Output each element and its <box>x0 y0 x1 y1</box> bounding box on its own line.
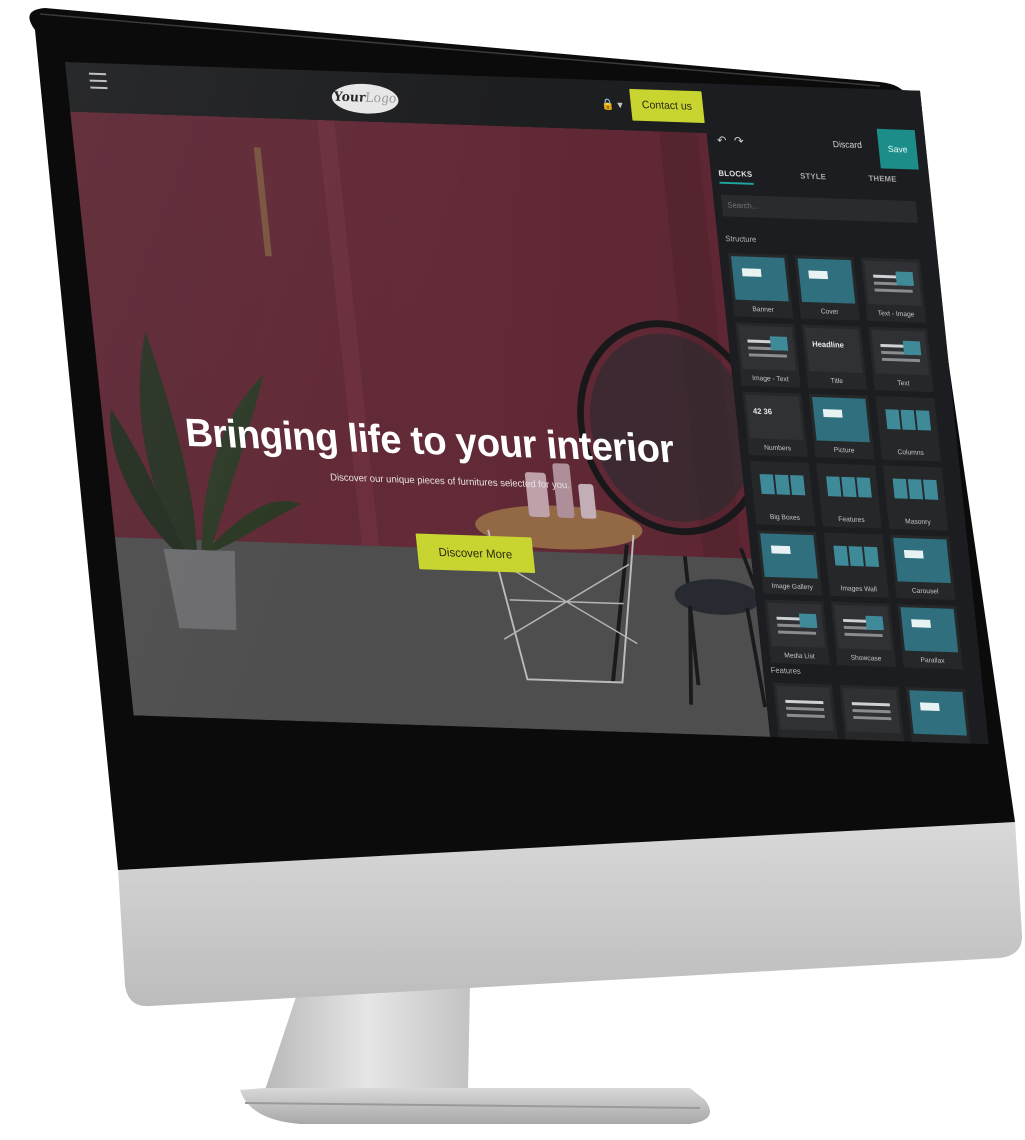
block-tile[interactable]: Parallax <box>896 602 964 671</box>
block-tile[interactable]: Columns <box>874 395 943 463</box>
block-tile[interactable]: Features <box>815 462 883 530</box>
block-tile[interactable]: Media List <box>763 598 831 666</box>
block-thumbnail <box>812 396 870 443</box>
block-thumbnail <box>760 533 818 579</box>
contact-button[interactable]: Contact us <box>629 88 705 124</box>
discover-more-button[interactable]: Discover More <box>415 533 536 574</box>
block-tile[interactable]: Text - Image <box>859 256 928 324</box>
block-tile[interactable]: Cover <box>793 254 861 322</box>
logo-text: Your <box>333 89 367 106</box>
block-tile[interactable]: Image Gallery <box>755 529 824 597</box>
block-thumbnail <box>827 536 885 581</box>
block-tile[interactable]: Headline Title <box>800 323 869 391</box>
block-thumbnail-text: 42 36 <box>752 406 773 417</box>
block-tile-label: Images Wall <box>840 585 878 594</box>
save-button[interactable]: Save <box>876 128 919 170</box>
block-tile-label: Text - Image <box>877 310 915 319</box>
block-tile-label: Cover <box>820 308 839 316</box>
tab-theme[interactable]: THEME <box>868 174 897 184</box>
block-tile[interactable]: Carousel <box>888 533 957 602</box>
block-tile-label: Text <box>896 380 910 388</box>
block-thumbnail <box>871 329 930 376</box>
block-tile-label: Carousel <box>911 587 939 596</box>
discard-button[interactable]: Discard <box>832 139 862 150</box>
block-tile[interactable]: Banner <box>726 251 795 320</box>
block-tile-label: Features <box>838 516 865 524</box>
block-tile-label: Picture <box>833 446 855 455</box>
block-thumbnail <box>900 607 959 653</box>
hamburger-menu-icon[interactable] <box>88 72 108 94</box>
product-photo: YourLogo 🔒 ▾ Contact us Bringing life to… <box>0 0 1025 1140</box>
site-logo[interactable]: YourLogo <box>330 82 400 115</box>
screen: YourLogo 🔒 ▾ Contact us Bringing life to… <box>65 62 989 745</box>
block-tile[interactable]: Text <box>867 325 935 394</box>
block-tile[interactable]: Images Wall <box>822 531 891 599</box>
redo-icon[interactable]: ↷ <box>733 134 744 148</box>
feature-block-tile[interactable] <box>904 686 972 745</box>
block-tile[interactable]: Image - Text <box>734 321 802 389</box>
block-tile-label: Numbers <box>763 444 792 453</box>
blocks-search-input[interactable] <box>720 194 918 223</box>
block-tile[interactable]: Masonry <box>881 464 950 532</box>
block-thumbnail <box>833 604 892 651</box>
feature-block-tile[interactable] <box>838 683 906 745</box>
website-preview: Bringing life to your interior Discover … <box>65 62 771 737</box>
block-tile[interactable]: 42 36 Numbers <box>741 390 810 458</box>
block-thumbnail <box>797 258 856 304</box>
section-label-features: Features <box>770 665 802 676</box>
block-tile-label: Masonry <box>904 518 932 527</box>
block-thumbnail <box>863 260 922 306</box>
tab-style[interactable]: STYLE <box>800 172 827 182</box>
block-thumbnail-text: Headline <box>811 339 845 350</box>
stand-neck <box>265 985 470 1090</box>
block-tile[interactable]: Showcase <box>829 600 898 669</box>
panel-tabs: BLOCKS STYLE THEME <box>718 168 924 196</box>
block-thumbnail <box>730 256 789 302</box>
block-thumbnail: 42 36 <box>745 394 804 441</box>
user-menu-icon[interactable]: 🔒 ▾ <box>601 98 623 112</box>
logo-text-soft: Logo <box>364 90 398 107</box>
block-tile-label: Parallax <box>920 657 945 665</box>
block-tile-label: Image Gallery <box>771 582 814 592</box>
undo-icon[interactable]: ↶ <box>716 133 727 147</box>
block-tile[interactable]: Big Boxes <box>748 459 817 528</box>
section-label-structure: Structure <box>724 234 757 245</box>
block-tile-label: Title <box>830 377 844 386</box>
block-thumbnail <box>738 325 797 371</box>
block-thumbnail <box>879 399 937 444</box>
features-grid <box>771 681 980 745</box>
block-tile-label: Banner <box>752 306 775 314</box>
block-thumbnail <box>753 464 811 509</box>
block-tile-label: Image - Text <box>751 375 790 384</box>
hero-section: Bringing life to your interior Discover … <box>70 111 771 737</box>
block-tile-label: Media List <box>784 652 816 661</box>
block-thumbnail <box>886 468 944 513</box>
block-tile[interactable]: Picture <box>807 392 876 461</box>
block-tile-label: Showcase <box>850 654 882 663</box>
block-thumbnail <box>767 602 826 648</box>
block-thumbnail: Headline <box>804 327 863 373</box>
block-tile-label: Columns <box>897 449 925 457</box>
block-thumbnail <box>893 537 951 584</box>
block-thumbnail <box>819 466 877 511</box>
block-tile-label: Big Boxes <box>769 513 801 522</box>
blocks-grid: Banner Cover Text - Image Image - Text Headl… <box>726 251 964 671</box>
feature-block-tile[interactable] <box>771 681 839 744</box>
tab-blocks[interactable]: BLOCKS <box>718 168 754 185</box>
